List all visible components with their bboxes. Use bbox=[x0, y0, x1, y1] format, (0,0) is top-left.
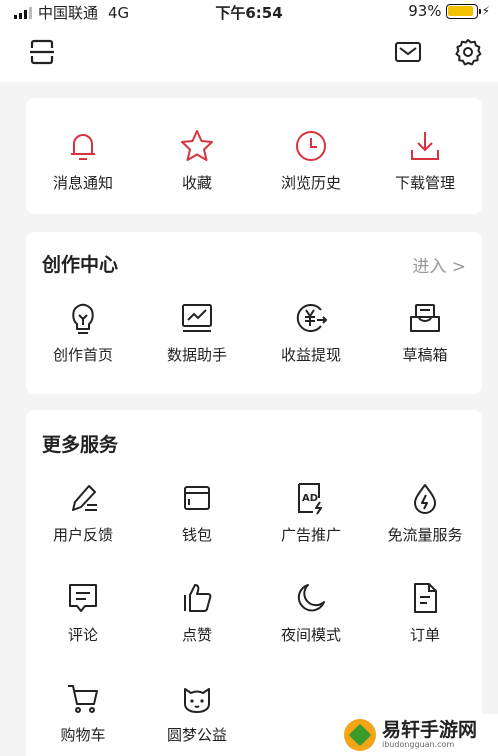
quick-item-favorites[interactable]: 收藏 bbox=[140, 128, 254, 193]
service-item-free-data[interactable]: 免流量服务 bbox=[368, 480, 482, 545]
more-services-title: 更多服务 bbox=[42, 434, 119, 456]
creation-center-card: 创作中心 进入 > 创作首页 数据助手 收益提现 草稿箱 bbox=[26, 232, 482, 394]
site-watermark: 易轩手游网 ibudongguan.com bbox=[338, 714, 498, 756]
yuan-transfer-icon bbox=[296, 304, 328, 332]
top-nav bbox=[0, 24, 498, 82]
service-item-likes[interactable]: 点赞 bbox=[140, 580, 254, 645]
creation-item-label: 创作首页 bbox=[52, 346, 113, 364]
battery-icon bbox=[445, 3, 481, 19]
comment-icon bbox=[69, 584, 97, 612]
watermark-url: ibudongguan.com bbox=[382, 740, 455, 749]
creation-item-label: 收益提现 bbox=[280, 346, 341, 364]
creation-item-drafts[interactable]: 草稿箱 bbox=[368, 300, 482, 365]
quick-item-downloads[interactable]: 下载管理 bbox=[368, 128, 482, 193]
moon-icon bbox=[297, 584, 325, 612]
status-right: 93% ⚡ bbox=[408, 2, 490, 20]
service-item-ads[interactable]: AD 广告推广 bbox=[254, 480, 368, 545]
service-item-label: 订单 bbox=[409, 626, 440, 644]
lightbulb-icon bbox=[72, 303, 94, 334]
service-item-label: 钱包 bbox=[181, 526, 212, 544]
battery-percent: 93% bbox=[408, 2, 442, 20]
quick-item-history[interactable]: 浏览历史 bbox=[254, 128, 368, 193]
service-item-orders[interactable]: 订单 bbox=[368, 580, 482, 645]
service-item-label: 圆梦公益 bbox=[166, 726, 227, 744]
mail-icon bbox=[395, 42, 421, 62]
pen-icon bbox=[72, 485, 97, 511]
gear-icon bbox=[455, 39, 482, 66]
service-item-label: 夜间模式 bbox=[280, 626, 341, 644]
creation-item-earnings[interactable]: 收益提现 bbox=[254, 300, 368, 365]
cart-icon bbox=[68, 685, 98, 713]
quick-actions-card: 消息通知 收藏 浏览历史 下载管理 bbox=[26, 98, 482, 214]
charging-icon: ⚡ bbox=[481, 4, 490, 18]
more-services-card: 更多服务 用户反馈 钱包 AD 广告推广 免流量服务 评论 点赞 夜间模式 订单… bbox=[26, 410, 482, 756]
creation-item-home[interactable]: 创作首页 bbox=[26, 300, 140, 365]
service-item-night-mode[interactable]: 夜间模式 bbox=[254, 580, 368, 645]
service-item-cart[interactable]: 购物车 bbox=[26, 680, 140, 745]
quick-item-label: 下载管理 bbox=[394, 174, 455, 192]
download-icon bbox=[411, 132, 439, 160]
scan-button[interactable] bbox=[26, 36, 58, 68]
creation-item-label: 数据助手 bbox=[166, 346, 227, 364]
quick-item-notifications[interactable]: 消息通知 bbox=[26, 128, 140, 193]
service-item-comments[interactable]: 评论 bbox=[26, 580, 140, 645]
creation-center-enter-link[interactable]: 进入 > bbox=[412, 252, 466, 277]
service-item-label: 购物车 bbox=[60, 726, 106, 744]
mail-button[interactable] bbox=[392, 36, 424, 68]
quick-item-label: 消息通知 bbox=[52, 174, 113, 192]
creation-center-title: 创作中心 bbox=[42, 254, 119, 276]
service-item-label: 用户反馈 bbox=[52, 526, 113, 544]
bell-icon bbox=[71, 134, 95, 160]
status-bar: 中国联通 4G 下午6:54 93% ⚡ bbox=[0, 0, 498, 24]
quick-item-label: 收藏 bbox=[181, 174, 212, 192]
clock-icon bbox=[296, 131, 326, 161]
service-item-wallet[interactable]: 钱包 bbox=[140, 480, 254, 545]
service-item-charity[interactable]: 圆梦公益 bbox=[140, 680, 254, 745]
watermark-name: 易轩手游网 bbox=[382, 719, 478, 741]
svg-text:AD: AD bbox=[302, 493, 318, 504]
star-icon bbox=[181, 130, 213, 161]
quick-item-label: 浏览历史 bbox=[280, 174, 341, 192]
creation-item-data[interactable]: 数据助手 bbox=[140, 300, 254, 365]
inbox-icon bbox=[410, 304, 440, 332]
chart-monitor-icon bbox=[182, 304, 212, 332]
service-item-feedback[interactable]: 用户反馈 bbox=[26, 480, 140, 545]
watermark-logo bbox=[344, 719, 376, 751]
service-item-label: 评论 bbox=[67, 626, 98, 644]
wallet-icon bbox=[184, 486, 210, 510]
settings-button[interactable] bbox=[452, 36, 484, 68]
creation-item-label: 草稿箱 bbox=[402, 346, 448, 364]
charity-cat-icon bbox=[184, 688, 210, 713]
thumbs-up-icon bbox=[184, 584, 212, 612]
service-item-label: 广告推广 bbox=[280, 526, 341, 544]
water-drop-icon bbox=[414, 484, 436, 514]
scan-icon bbox=[30, 39, 54, 65]
service-item-label: 免流量服务 bbox=[387, 526, 463, 544]
ad-icon: AD bbox=[298, 483, 322, 515]
service-item-label: 点赞 bbox=[181, 626, 212, 644]
document-icon bbox=[414, 583, 437, 613]
